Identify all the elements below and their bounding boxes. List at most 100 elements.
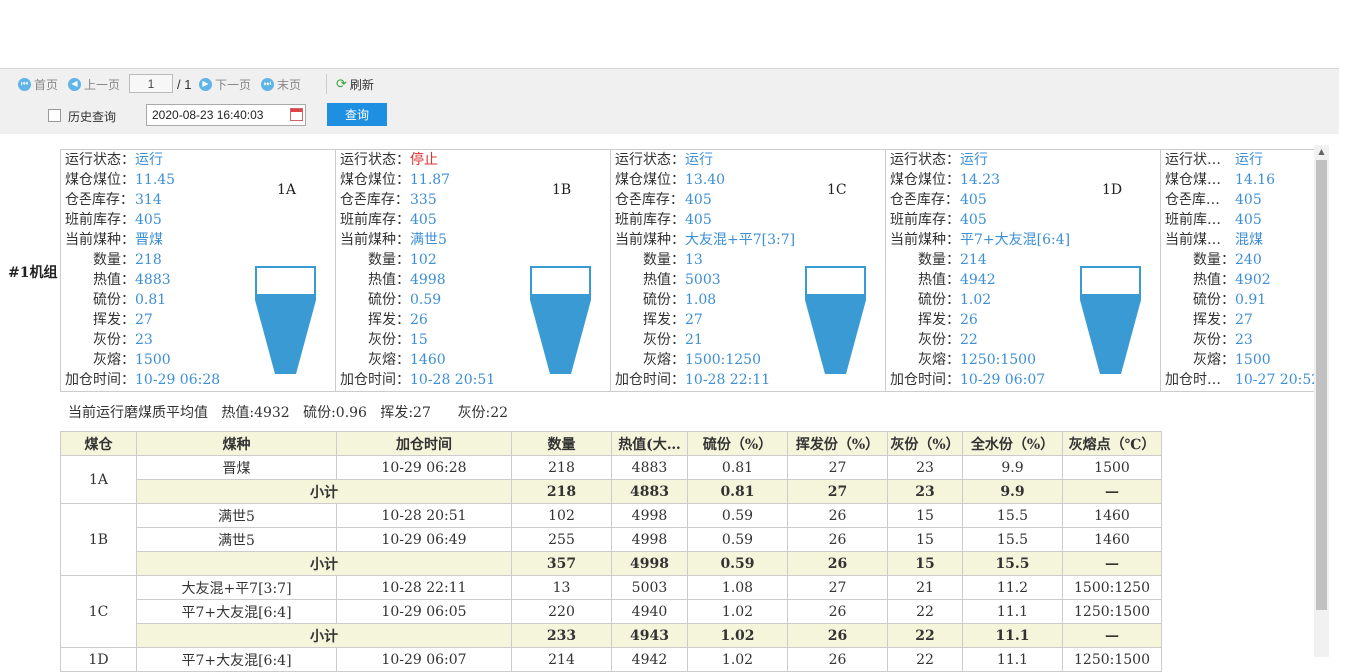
field-value: 405	[135, 212, 162, 228]
field-value: 运行	[135, 152, 163, 168]
table-cell: 10-29 06:05	[336, 599, 512, 624]
table-cell: 10-28 20:51	[336, 503, 512, 528]
field-label: 灰份：	[368, 332, 410, 348]
bin-field-status: 运行状态：运行	[65, 150, 163, 170]
next-page-button[interactable]: ▶ 下一页	[199, 75, 251, 93]
subtotal-cell: 11.1	[962, 623, 1063, 648]
table-cell: 0.59	[687, 503, 788, 528]
prev-page-button[interactable]: ◀ 上一页	[68, 75, 120, 93]
bin-card-1d: 运行状态：运行 煤仓煤位：14.23 仓존库存：405 班前库存：405 当前煤种：平7…	[885, 150, 1160, 391]
field-label: 仓존库存：	[65, 192, 134, 208]
subtotal-cell: 0.81	[687, 479, 788, 504]
field-label: 灰份：	[93, 332, 135, 348]
column-header: 硫份（%）	[687, 431, 788, 456]
field-label: 灰熔：	[918, 352, 960, 368]
field-value: 1500	[1235, 352, 1271, 368]
field-value: 1500:1250	[685, 352, 761, 368]
table-cell: 0.81	[687, 455, 788, 480]
table-cell: 10-28 22:11	[336, 575, 512, 600]
field-value: 405	[685, 192, 712, 208]
coal-detail-table: 煤仓 煤种 加仓时间 数量 热值(大… 硫份（%） 挥发份（%） 灰份（%） 全水份（%） 灰熔点…	[60, 431, 1162, 672]
bin-field-ash_melt: 灰熔：1500	[65, 350, 171, 370]
refresh-button[interactable]: ⟳ 刷新	[336, 75, 374, 93]
subtotal-cell: 1.02	[687, 623, 788, 648]
field-value: 27	[685, 312, 703, 328]
coal-hopper-icon	[530, 266, 591, 374]
query-button[interactable]: 查询	[327, 103, 387, 126]
bin-name: 1D	[1102, 182, 1123, 198]
bin-field-level: 煤仓煤位：13.40	[615, 170, 725, 190]
datetime-input[interactable]: 2020-08-23 16:40:03	[146, 104, 306, 126]
field-label: 灰份：	[643, 332, 685, 348]
scroll-up-arrow-icon[interactable]: ▲	[1314, 145, 1329, 159]
field-label: 热值：	[93, 272, 135, 288]
field-value: 4942	[960, 272, 996, 288]
field-label: 运行状态：	[615, 152, 685, 168]
field-value: 15	[410, 332, 428, 348]
subtotal-cell: 26	[787, 551, 888, 576]
column-header: 煤仓	[60, 431, 137, 456]
bin-card-1c: 运行状态：运行 煤仓煤位：13.40 仓존库存：405 班前库存：405 当前煤种：大友…	[610, 150, 885, 391]
field-value: 0.81	[135, 292, 167, 308]
scroll-thumb[interactable]	[1316, 160, 1327, 610]
bin-field-ash: 灰份：22	[890, 330, 978, 350]
field-label: 硫份：	[1193, 292, 1235, 308]
field-value: 14.23	[960, 172, 1001, 188]
table-cell: 10-29 06:07	[336, 647, 512, 672]
subtotal-row: 小计 233 4943 1.02 26 22 11.1—	[61, 623, 1162, 648]
page-number-input[interactable]	[129, 74, 173, 93]
subtotal-cell: 357	[511, 551, 612, 576]
field-label: 班前库存：	[340, 212, 410, 228]
history-query-checkbox[interactable]	[48, 109, 61, 122]
field-label: 运行状…	[1165, 152, 1221, 168]
table-header-row: 煤仓 煤种 加仓时间 数量 热值(大… 硫份（%） 挥发份（%） 灰份（%） 全水份（%） 灰熔点…	[60, 431, 1162, 456]
subtotal-cell: 15	[887, 551, 963, 576]
field-value: 晋煤	[135, 232, 163, 248]
bin-field-ash_melt: 灰熔：1500	[1165, 350, 1271, 370]
bin-field-shift_stock: 班前库… 405	[1165, 210, 1262, 230]
field-label: 煤仓煤…	[1165, 172, 1221, 188]
unit-label: #1机组	[8, 265, 58, 281]
field-value: 22	[960, 332, 978, 348]
bin-field-stock: 仓존库存：405	[615, 190, 712, 210]
field-label: 灰熔：	[93, 352, 135, 368]
bin-field-qty: 数量：218	[65, 250, 162, 270]
history-query-label: 历史查询	[68, 110, 117, 124]
field-value: 运行	[1235, 152, 1263, 168]
field-label: 仓존库存：	[890, 192, 959, 208]
field-value: 4998	[410, 272, 446, 288]
table-cell: 4940	[611, 599, 688, 624]
field-value: 240	[1235, 252, 1262, 268]
field-label: 加仓时间：	[340, 372, 410, 388]
field-label: 运行状态：	[65, 152, 135, 168]
bin-field-volatile: 挥发：27	[1165, 310, 1253, 330]
bin-field-coal_type: 当前煤种：大友混+平7[3:7]	[615, 230, 795, 250]
field-value: 405	[1235, 192, 1262, 208]
first-page-button[interactable]: ⏮ 首页	[18, 75, 58, 93]
calendar-icon[interactable]	[290, 108, 303, 121]
bin-field-ash_melt: 灰熔：1460	[340, 350, 446, 370]
coal-hopper-icon	[1080, 266, 1141, 374]
bin-field-sulfur: 硫份：1.02	[890, 290, 991, 310]
last-page-button[interactable]: ⏭ 末页	[261, 75, 301, 93]
bin-field-level: 煤仓煤位：14.23	[890, 170, 1000, 190]
bin-field-shift_stock: 班前库存：405	[340, 210, 437, 230]
field-label: 灰熔：	[1193, 352, 1235, 368]
field-value: 4902	[1235, 272, 1271, 288]
subtotal-label: 小计	[136, 479, 512, 504]
refresh-icon: ⟳	[336, 76, 347, 92]
table-cell: 10-29 06:28	[336, 455, 512, 480]
field-label: 当前煤…	[1165, 232, 1221, 248]
column-header: 全水份（%）	[962, 431, 1063, 456]
field-label: 数量：	[368, 252, 410, 268]
subtotal-cell: 15.5	[962, 551, 1063, 576]
table-row: 满世5 10-29 06:49 255 4998 0.59 26 15 15.5 1460	[61, 527, 1162, 552]
table-cell: 27	[787, 455, 888, 480]
subtotal-label: 小计	[136, 551, 512, 576]
field-value: 27	[135, 312, 153, 328]
table-cell: 5003	[611, 575, 688, 600]
bin-cell: 1A	[60, 455, 137, 504]
vertical-scrollbar[interactable]: ▲	[1314, 145, 1329, 657]
field-label: 加仓时间：	[890, 372, 960, 388]
table-cell: 22	[887, 647, 963, 672]
